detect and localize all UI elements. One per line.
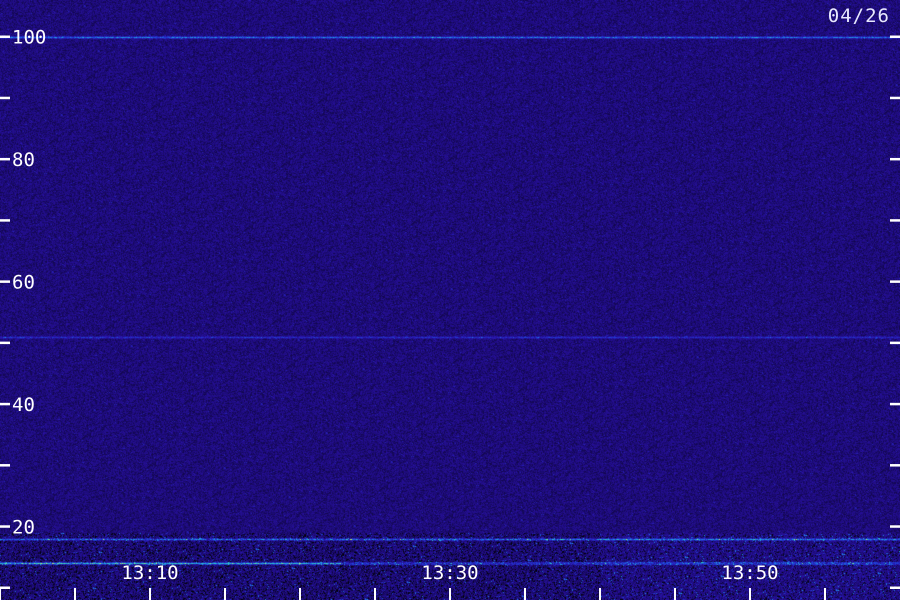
y-tick-label: 60 xyxy=(12,272,35,294)
y-tick-label: 20 xyxy=(12,517,35,539)
y-tick-label: 80 xyxy=(12,149,35,171)
chart-axes: 20 40 60 80 100 13:10 13:30 13:50 xyxy=(0,27,900,600)
x-tick-label: 13:50 xyxy=(721,562,778,584)
y-tick-label: 100 xyxy=(12,27,46,49)
x-tick-label: 13:30 xyxy=(421,562,478,584)
x-tick-label: 13:10 xyxy=(121,562,178,584)
y-tick-label: 40 xyxy=(12,394,35,416)
date-label: 04/26 xyxy=(827,5,890,27)
